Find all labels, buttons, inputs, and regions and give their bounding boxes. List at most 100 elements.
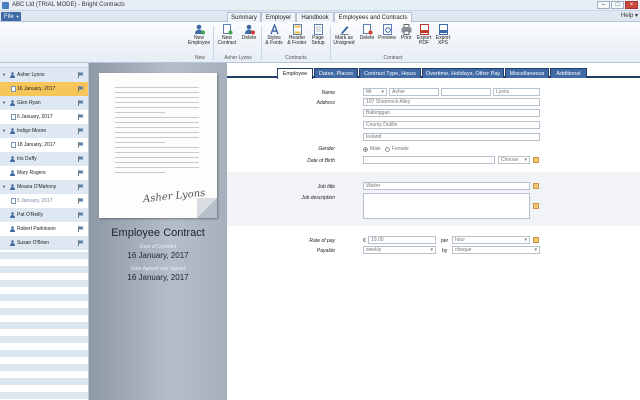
dob-choose-select[interactable]: Choose <box>498 156 530 164</box>
tree-employee-item[interactable]: ▼ Indigo Moore <box>0 124 88 138</box>
ribbon-separator <box>330 26 331 60</box>
text-line <box>115 167 199 168</box>
page-curl <box>197 198 217 218</box>
ribbon-separator <box>213 26 214 60</box>
address-line-4-input[interactable]: Ireland <box>363 133 540 141</box>
payable-frequency-select[interactable]: weekly <box>363 246 436 254</box>
header-footer-icon <box>292 24 303 35</box>
tree-rows: ▼ Asher Lyons 16 January, 2017 ▼ Glen Ryan 6 … <box>0 68 88 250</box>
tab-summary[interactable]: Summary <box>227 12 261 22</box>
person-delete-icon <box>244 24 255 35</box>
tree-contract-item[interactable]: 16 January, 2017 <box>0 82 88 96</box>
text-line <box>115 107 199 108</box>
document-thumbnail: Asher Lyons <box>99 73 217 218</box>
address-line-2-input[interactable]: Balbriggan <box>363 109 540 117</box>
tab-handbook[interactable]: Handbook <box>296 12 334 22</box>
tree-employee-item[interactable]: ▼ Glen Ryan <box>0 96 88 110</box>
new-contract-button[interactable]: New Contract <box>215 24 239 46</box>
page-setup-icon <box>313 24 324 35</box>
tree-employee-item[interactable]: Iris Duffy <box>0 152 88 166</box>
job-description-textarea[interactable] <box>363 193 530 219</box>
tree-item-label: Moana O'Mahony <box>17 184 57 190</box>
gender-female-radio[interactable]: Female <box>385 146 409 152</box>
person-icon <box>10 184 15 190</box>
flag-icon <box>78 114 84 120</box>
tab-miscellaneous[interactable]: Miscellaneous <box>505 68 549 78</box>
text-line <box>115 112 165 113</box>
help-button[interactable]: Help ▾ <box>621 12 638 21</box>
page-setup-button[interactable]: Page Setup <box>306 24 330 46</box>
tree-employee-item[interactable]: Pat O'Reilly <box>0 208 88 222</box>
styles-fonts-button[interactable]: Styles & Fonts <box>262 23 286 46</box>
address-line-3-input[interactable]: County Dublin <box>363 121 540 129</box>
title-select[interactable]: Mr <box>363 88 387 96</box>
flag-icon <box>78 142 84 148</box>
payment-method-select[interactable]: cheque <box>452 246 540 254</box>
text-line <box>115 102 199 103</box>
date-signed-value: 16 January, 2017 <box>127 273 189 282</box>
address-label: Address <box>316 100 335 106</box>
address-line-1-input[interactable]: 107 Shamrock Alley <box>363 98 540 106</box>
tree-employee-item[interactable]: ▼ Moana O'Mahony <box>0 180 88 194</box>
expand-arrow-icon[interactable]: ▼ <box>2 124 6 138</box>
calendar-icon[interactable] <box>533 157 539 163</box>
picker-icon[interactable] <box>533 237 539 243</box>
new-employee-button[interactable]: New Employee <box>187 24 211 46</box>
close-button[interactable]: × <box>625 1 638 9</box>
tab-overtime-holidays[interactable]: Overtime, Holidays, Other Pay <box>422 68 504 78</box>
tree-item-label: 18 January, 2017 <box>17 142 56 148</box>
expand-arrow-icon[interactable]: ▼ <box>2 68 6 82</box>
last-name-input[interactable]: Lyons <box>493 88 540 96</box>
picker-icon[interactable] <box>533 203 539 209</box>
tab-employer[interactable]: Employer <box>261 12 296 22</box>
maximize-button[interactable]: □ <box>611 1 624 9</box>
first-name-input[interactable]: Asher <box>389 88 439 96</box>
tree-contract-item[interactable]: 18 January, 2017 <box>0 138 88 152</box>
ribbon-tab-strip: File ▼ Summary Employer Handbook Employee… <box>0 11 640 23</box>
preview-title: Employee Contract <box>111 227 205 239</box>
radio-selected-icon <box>363 146 368 152</box>
tab-employee[interactable]: Employee <box>277 68 313 79</box>
middle-name-input[interactable] <box>441 88 491 96</box>
gender-male-radio[interactable]: Male <box>363 146 381 152</box>
file-menu-button[interactable]: File ▼ <box>1 12 21 21</box>
new-employee-label-2: Employee <box>187 40 211 46</box>
app-icon <box>2 1 9 9</box>
text-line <box>115 172 165 173</box>
flag-icon <box>78 156 84 162</box>
title-bar: ABC Ltd (TRIAL MODE) - Bright Contracts … <box>0 0 640 11</box>
tree-employee-item[interactable]: Susan O'Brien <box>0 236 88 250</box>
dob-input[interactable] <box>363 156 495 164</box>
tab-contract-type-hours[interactable]: Contract Type, Hours <box>359 68 421 78</box>
contract-preview-panel: Asher Lyons Employee Contract Date of Co… <box>89 63 227 400</box>
expand-arrow-icon[interactable]: ▼ <box>2 180 6 194</box>
picker-icon[interactable] <box>533 183 539 189</box>
by-label: by <box>442 248 448 254</box>
mark-unsigned-button[interactable]: Mark as Unsigned <box>332 24 356 46</box>
tree-employee-item[interactable]: Robert Parkinson <box>0 222 88 236</box>
tree-item-label: Asher Lyons <box>17 72 45 78</box>
tree-employee-item[interactable]: Mary Rogers <box>0 166 88 180</box>
tree-contract-item[interactable]: 6 January, 2017 <box>0 110 88 124</box>
tree-item-label: Glen Ryan <box>17 100 41 106</box>
tab-dates-places[interactable]: Dates, Places <box>314 68 358 78</box>
xps-icon <box>438 24 449 35</box>
flag-icon <box>78 170 84 176</box>
help-label: Help <box>620 13 634 19</box>
group-label-employee: Asher Lyons <box>224 55 252 61</box>
rate-input[interactable]: 10.00 <box>368 236 436 244</box>
delete-employee-button[interactable]: Delete <box>237 24 261 41</box>
tree-contract-item[interactable]: 5 January, 2017 <box>0 194 88 208</box>
tree-item-label: 6 January, 2017 <box>17 114 53 120</box>
document-icon <box>11 86 16 92</box>
tab-additional[interactable]: Additional <box>550 68 587 78</box>
expand-arrow-icon[interactable]: ▼ <box>2 96 6 110</box>
pay-period-select[interactable]: hour <box>452 236 530 244</box>
job-title-input[interactable]: Waiter <box>363 182 530 190</box>
export-xps-button[interactable]: Export XPS <box>431 24 455 46</box>
minimize-button[interactable]: – <box>597 1 610 9</box>
text-line <box>115 157 199 158</box>
person-icon <box>10 240 15 246</box>
group-label-new: New <box>194 55 205 61</box>
tree-employee-item[interactable]: ▼ Asher Lyons <box>0 68 88 82</box>
